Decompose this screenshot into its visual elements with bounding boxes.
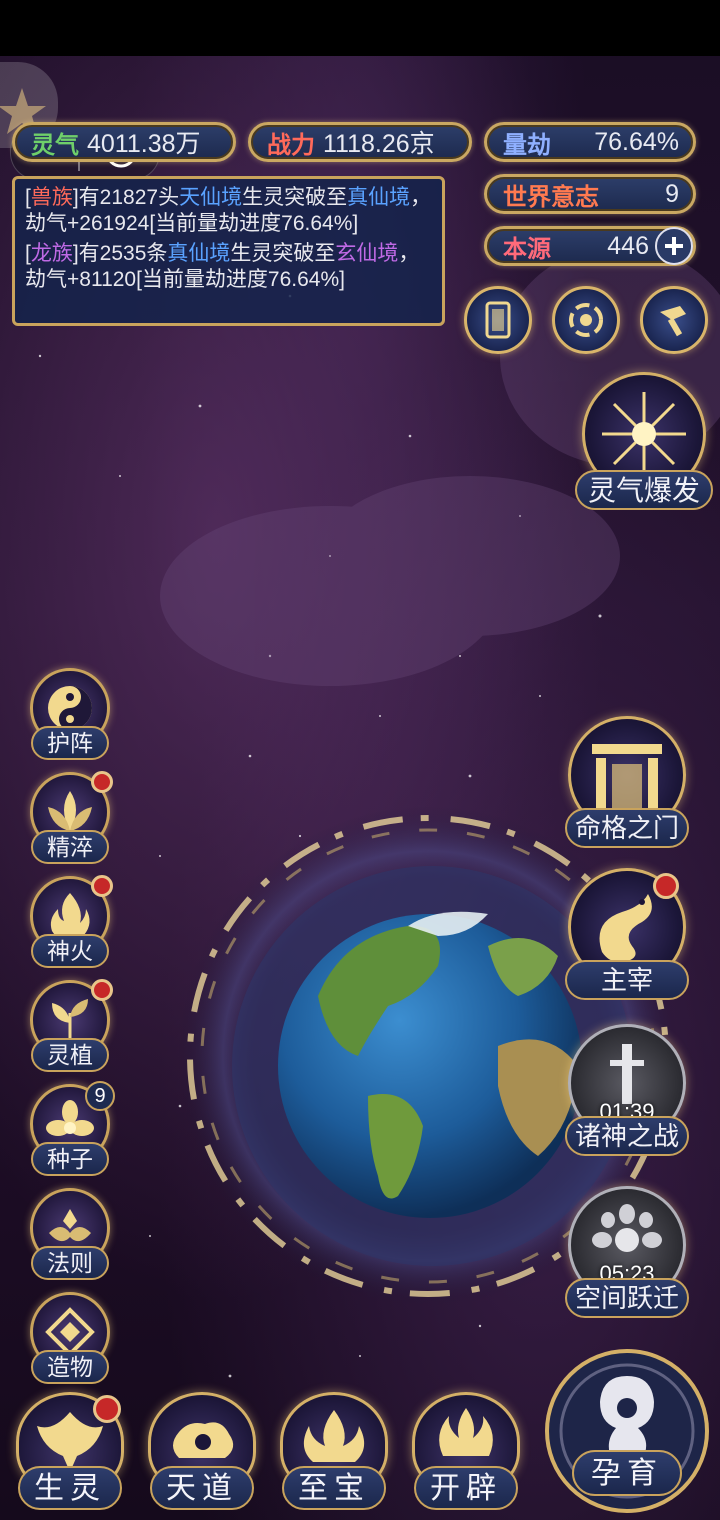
benyuan-label: 本源 (503, 233, 551, 263)
left-menu-label: 护阵 (31, 726, 109, 760)
left-menu-item-shenhuo[interactable]: 神火 (22, 875, 118, 968)
left-menu-label: 精淬 (31, 830, 109, 864)
bottom-menu-label: 开辟 (414, 1466, 518, 1510)
bottom-menu-label: 生灵 (18, 1466, 122, 1510)
zhanli-value: 1118.26京 (323, 130, 435, 158)
game-screen: 灵气 4011.38万 战力 1118.26京 量劫 76.64% 世界意志 9… (0, 0, 720, 1520)
master-button[interactable]: 主宰 (562, 868, 692, 1000)
log-entry: [龙族]有2535条真仙境生灵突破至玄仙境，劫气+81120[当前量劫进度76.… (25, 242, 420, 291)
lingqi-value: 4011.38万 (87, 130, 201, 158)
left-menu-item-huzhen[interactable]: 护阵 (22, 668, 118, 760)
notification-dot (653, 873, 679, 899)
zhanli-pill[interactable]: 战力 1118.26京 (248, 122, 472, 162)
fate-gate-button[interactable]: 命格之门 (562, 716, 692, 848)
left-menu-label: 种子 (31, 1142, 109, 1176)
status-bar (0, 0, 720, 56)
liangjie-pill[interactable]: 量劫 76.64% (484, 122, 696, 162)
left-menu-label: 神火 (31, 934, 109, 968)
bottom-menu-zhibao[interactable]: 至宝 (274, 1392, 394, 1510)
notification-dot (93, 1395, 121, 1423)
benyuan-pill[interactable]: 本源 446 (484, 226, 696, 266)
nurture-label: 孕育 (572, 1450, 682, 1496)
starburst-icon (602, 392, 686, 476)
nurture-button[interactable]: 孕育 (542, 1346, 712, 1516)
card-icon (485, 301, 511, 339)
liangjie-label: 量劫 (503, 129, 551, 159)
hammer-button[interactable] (640, 286, 708, 354)
space-jump-button[interactable]: 05:23 空间跃迁 (562, 1186, 692, 1318)
notification-dot (91, 771, 113, 793)
left-menu-item-jingcui[interactable]: 精淬 (22, 771, 118, 864)
bottom-menu-tiandao[interactable]: 天道 (142, 1392, 262, 1510)
left-menu-label: 灵植 (31, 1038, 109, 1072)
gate-icon (592, 744, 662, 810)
vortex-button[interactable] (552, 286, 620, 354)
plus-icon (665, 237, 683, 255)
event-log: [兽族]有21827头天仙境生灵突破至真仙境，劫气+261924[当前量劫进度7… (12, 176, 445, 326)
world-will-pill[interactable]: 世界意志 9 (484, 174, 696, 214)
card-button[interactable] (464, 286, 532, 354)
lingqi-burst-button[interactable]: 灵气爆发 (574, 372, 714, 510)
fate-gate-label: 命格之门 (565, 808, 689, 848)
hammer-icon (660, 306, 686, 337)
world-will-value: 9 (665, 179, 679, 208)
left-menu-item-lingzhi[interactable]: 灵植 (22, 979, 118, 1072)
left-menu-item-zaowu[interactable]: 造物 (22, 1292, 118, 1384)
left-menu-label: 法则 (31, 1246, 109, 1280)
vortex-icon (569, 303, 603, 337)
notification-dot (91, 979, 113, 1001)
bottom-menu-label: 至宝 (282, 1466, 386, 1510)
master-label: 主宰 (565, 960, 689, 1000)
log-entry: [兽族]有21827头天仙境生灵突破至真仙境，劫气+261924[当前量劫进度7… (25, 186, 432, 235)
seed-count-badge: 9 (85, 1081, 115, 1111)
bottom-menu-label: 天道 (150, 1466, 254, 1510)
liangjie-value: 76.64% (594, 127, 679, 156)
add-benyuan-button[interactable] (655, 227, 693, 265)
benyuan-value: 446 (607, 231, 649, 260)
left-menu-item-zhongzi[interactable]: 9 种子 (22, 1081, 118, 1176)
lingqi-burst-label: 灵气爆发 (575, 470, 713, 510)
lingqi-pill[interactable]: 灵气 4011.38万 (12, 122, 236, 162)
space-jump-label: 空间跃迁 (565, 1278, 689, 1318)
bottom-menu-kaipi[interactable]: 开辟 (406, 1392, 526, 1510)
gods-war-label: 诸神之战 (565, 1116, 689, 1156)
left-menu-item-faze[interactable]: 法则 (22, 1188, 118, 1280)
lingqi-label: 灵气 (31, 129, 79, 159)
zhanli-label: 战力 (267, 129, 315, 159)
notification-dot (91, 875, 113, 897)
gods-war-button[interactable]: 01:39 诸神之战 (562, 1024, 692, 1156)
bottom-menu-shengling[interactable]: 生灵 (10, 1392, 130, 1510)
world-will-label: 世界意志 (503, 181, 599, 211)
left-menu-label: 造物 (31, 1350, 109, 1384)
